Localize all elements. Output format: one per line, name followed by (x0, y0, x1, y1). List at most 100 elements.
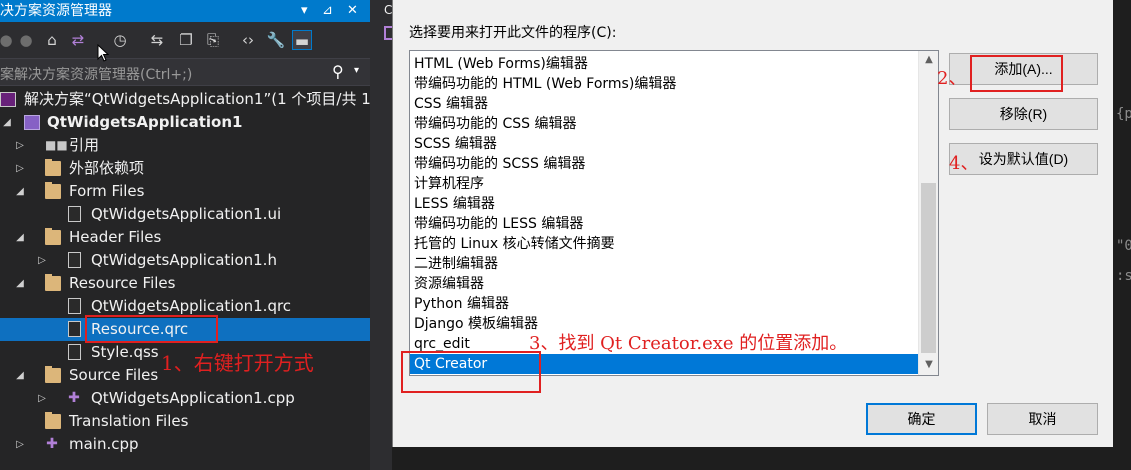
solution-icon (0, 92, 16, 107)
tree-header-files-node[interactable]: ◢ Header Files (0, 226, 370, 249)
tree-label: Header Files (69, 228, 162, 246)
tree-label: 外部依赖项 (69, 159, 145, 177)
file-icon (68, 321, 81, 337)
show-all-files-icon[interactable]: ⎘ (203, 30, 223, 50)
tree-translation-files-node[interactable]: Translation Files (0, 410, 370, 433)
list-item[interactable]: 计算机程序 (410, 174, 918, 194)
tree-label: QtWidgetsApplication1.ui (91, 205, 282, 223)
properties-wrench-icon[interactable]: 🔧 (266, 30, 286, 50)
expand-arrow-icon[interactable]: ▷ (13, 433, 27, 456)
back-icon[interactable]: ● (0, 30, 16, 50)
list-item[interactable]: 带编码功能的 CSS 编辑器 (410, 114, 918, 134)
list-item[interactable]: 资源编辑器 (410, 274, 918, 294)
list-item[interactable]: 带编码功能的 LESS 编辑器 (410, 214, 918, 234)
tree-references-node[interactable]: ▷ ■■ 引用 (0, 134, 370, 157)
list-item[interactable]: SCSS 编辑器 (410, 134, 918, 154)
tree-main-cpp-node[interactable]: ▷ ✚ main.cpp (0, 433, 370, 456)
project-icon (24, 115, 40, 130)
tree-label: 引用 (69, 136, 100, 154)
tree-label: 解决方案“QtWidgetsApplication1”(1 个项目/共 1 (24, 90, 371, 108)
annotation-step2: 2、 (937, 68, 967, 89)
cancel-button[interactable]: 取消 (987, 403, 1098, 435)
tree-label: Source Files (69, 366, 159, 384)
collapse-all-icon[interactable]: ❐ (176, 30, 196, 50)
folder-icon (45, 228, 61, 245)
list-item[interactable]: 二进制编辑器 (410, 254, 918, 274)
tree-label: main.cpp (69, 435, 139, 453)
collapse-arrow-icon[interactable]: ◢ (0, 111, 14, 134)
tree-resource-files-node[interactable]: ◢ Resource Files (0, 272, 370, 295)
home-icon[interactable]: ⌂ (42, 30, 62, 50)
tree-label: Style.qss (91, 343, 159, 361)
ok-button[interactable]: 确定 (866, 403, 977, 435)
cpp-file-icon: ✚ (46, 436, 58, 452)
search-input[interactable]: 案解决方案资源管理器(Ctrl+;) (0, 64, 192, 84)
mouse-cursor-icon (97, 44, 109, 62)
tree-solution-node[interactable]: 解决方案“QtWidgetsApplication1”(1 个项目/共 1 (0, 88, 371, 111)
close-icon[interactable]: ✕ (347, 0, 358, 22)
switch-views-icon[interactable]: ⇄ (68, 30, 88, 50)
annotation-step1: 1、右键打开方式 (161, 351, 314, 375)
tree-label: Translation Files (69, 412, 189, 430)
list-item[interactable]: LESS 编辑器 (410, 194, 918, 214)
sync-icon[interactable]: ⇆ (147, 30, 167, 50)
tree-form-files-node[interactable]: ◢ Form Files (0, 180, 370, 203)
background-code-fragment: {pa "0 :s (1113, 0, 1131, 470)
tree-cpp-file-node[interactable]: ▷ ✚ QtWidgetsApplication1.cpp (0, 387, 370, 410)
code-view-icon[interactable]: ‹› (238, 30, 258, 50)
highlight-box-qt-creator (401, 351, 541, 393)
tree-external-deps-node[interactable]: ▷ 外部依赖项 (0, 157, 370, 180)
open-with-dialog: 选择要用来打开此文件的程序(C): HTML (Web Forms)编辑器 带编… (392, 0, 1113, 447)
expand-arrow-icon[interactable]: ▷ (13, 134, 27, 157)
collapse-arrow-icon[interactable]: ◢ (13, 180, 27, 203)
folder-icon (45, 182, 61, 199)
solution-explorer-toolbar: ● ● ⌂ ⇄ ◷ ⇆ ❐ ⎘ ‹› 🔧 ▬ (0, 22, 370, 58)
list-item[interactable]: 带编码功能的 SCSS 编辑器 (410, 154, 918, 174)
collapse-arrow-icon[interactable]: ◢ (13, 272, 27, 295)
list-item[interactable]: 带编码功能的 HTML (Web Forms)编辑器 (410, 74, 918, 94)
solution-explorer-titlebar: 决方案资源管理器 ▾ ⊿ ✕ (0, 0, 370, 22)
expand-arrow-icon[interactable]: ▷ (35, 387, 49, 410)
collapse-arrow-icon[interactable]: ◢ (13, 226, 27, 249)
search-icon[interactable]: ⚲ (332, 62, 344, 81)
program-list[interactable]: HTML (Web Forms)编辑器 带编码功能的 HTML (Web For… (409, 50, 939, 376)
highlight-box-add (970, 55, 1063, 92)
code-fragment: :s (1116, 268, 1131, 284)
tree-label: QtWidgetsApplication1.h (91, 251, 277, 269)
panel-title: 决方案资源管理器 (0, 3, 112, 19)
expand-arrow-icon[interactable]: ▷ (35, 249, 49, 272)
search-options-dropdown-icon[interactable]: ▾ (354, 65, 359, 76)
tree-label: QtWidgetsApplication1.cpp (91, 389, 295, 407)
list-item[interactable]: CSS 编辑器 (410, 94, 918, 114)
scroll-down-icon[interactable]: ▼ (919, 356, 938, 374)
forward-icon[interactable]: ● (16, 30, 36, 50)
tree-label: Resource Files (69, 274, 176, 292)
pending-changes-icon[interactable]: ◷ (110, 30, 130, 50)
list-scrollbar[interactable]: ▲ ▼ (918, 51, 938, 375)
scroll-up-icon[interactable]: ▲ (919, 51, 938, 69)
file-icon (68, 298, 81, 314)
annotation-step4: 4、 (949, 153, 979, 174)
dialog-prompt-label: 选择要用来打开此文件的程序(C): (409, 25, 617, 41)
list-item[interactable]: 托管的 Linux 核心转储文件摘要 (410, 234, 918, 254)
collapse-arrow-icon[interactable]: ◢ (13, 364, 27, 387)
list-item[interactable]: Python 编辑器 (410, 294, 918, 314)
editor-tab-strip: C (370, 0, 394, 470)
expand-arrow-icon[interactable]: ▷ (13, 157, 27, 180)
scrollbar-thumb[interactable] (921, 183, 936, 353)
preview-selected-icon[interactable]: ▬ (292, 30, 312, 50)
solution-explorer-search[interactable]: 案解决方案资源管理器(Ctrl+;) ⚲ ▾ (0, 58, 370, 86)
remove-button[interactable]: 移除(R) (949, 98, 1098, 130)
header-file-icon (68, 252, 81, 268)
tree-project-node[interactable]: ◢ QtWidgetsApplication1 (0, 111, 370, 134)
tree-label: Form Files (69, 182, 145, 200)
window-position-icon[interactable]: ▾ (301, 0, 308, 22)
annotation-step3: 3、找到 Qt Creator.exe 的位置添加。 (529, 333, 848, 354)
code-fragment: "0 (1116, 238, 1131, 254)
list-item[interactable]: HTML (Web Forms)编辑器 (410, 54, 918, 74)
tree-label: QtWidgetsApplication1 (47, 113, 243, 131)
cpp-file-icon: ✚ (68, 390, 80, 406)
tree-ui-file-node[interactable]: QtWidgetsApplication1.ui (0, 203, 370, 226)
tree-h-file-node[interactable]: ▷ QtWidgetsApplication1.h (0, 249, 370, 272)
auto-hide-pin-icon[interactable]: ⊿ (322, 0, 333, 22)
